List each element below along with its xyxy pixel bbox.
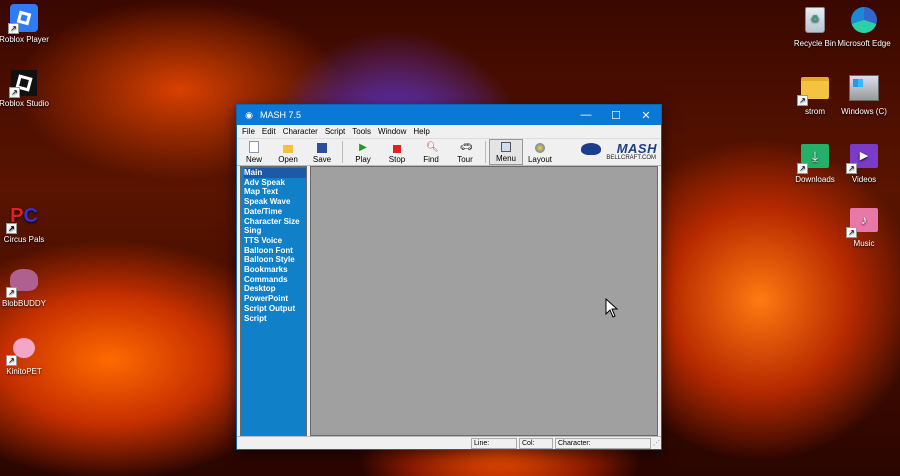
folder-icon: ↗: [797, 72, 831, 106]
logo-character-icon: [581, 143, 601, 155]
desktop-icon-label: Videos: [851, 175, 877, 184]
play-button[interactable]: ▶ Play: [346, 139, 380, 165]
desktop-icon-label: KinitoPET: [6, 367, 42, 376]
save-button[interactable]: Save: [305, 139, 339, 165]
layout-icon: [535, 143, 545, 153]
play-icon: ▶: [359, 142, 367, 153]
desktop-icon-windows-c[interactable]: Windows (C): [834, 72, 894, 116]
layout-button[interactable]: Layout: [523, 139, 557, 165]
maximize-button[interactable]: ☐: [601, 105, 631, 125]
side-item-desktop[interactable]: Desktop: [244, 284, 306, 294]
side-panel: Main Adv Speak Map Text Speak Wave Date/…: [240, 166, 307, 436]
window-title: MASH 7.5: [260, 110, 302, 120]
menu-tools[interactable]: Tools: [350, 127, 376, 136]
downloads-icon: ⤓ ↗: [797, 140, 831, 174]
menu-button[interactable]: Menu: [489, 139, 523, 165]
desktop-icon-label: Roblox Player: [0, 35, 49, 44]
side-item-date-time[interactable]: Date/Time: [244, 207, 306, 217]
side-item-balloon-font[interactable]: Balloon Font: [244, 246, 306, 256]
desktop-icon-roblox-studio[interactable]: ↗ Roblox Studio: [0, 70, 54, 108]
mash-window: ◉ MASH 7.5 — ☐ ✕ File Edit Character Scr…: [236, 104, 662, 450]
save-icon: [317, 143, 327, 153]
new-icon: [249, 141, 259, 153]
side-item-map-text[interactable]: Map Text: [244, 187, 306, 197]
desktop-icon-videos[interactable]: ▶ ↗ Videos: [834, 140, 894, 184]
roblox-studio-icon: ↗: [9, 70, 37, 98]
edge-icon: [848, 4, 880, 36]
side-item-tts-voice[interactable]: TTS Voice: [244, 236, 306, 246]
side-item-script[interactable]: Script: [244, 314, 306, 324]
circus-pals-icon: PC ↗: [6, 200, 40, 234]
menu-edit[interactable]: Edit: [260, 127, 281, 136]
side-item-script-output[interactable]: Script Output: [244, 304, 306, 314]
drive-icon: [848, 72, 880, 104]
side-item-balloon-style[interactable]: Balloon Style: [244, 255, 306, 265]
find-icon: 🔍︎: [426, 142, 439, 153]
status-character: Character:: [555, 437, 651, 449]
stop-button[interactable]: Stop: [380, 139, 414, 165]
music-icon: ♪ ↗: [846, 204, 880, 238]
blobbuddy-icon: ↗: [6, 264, 40, 298]
status-col: Col:: [519, 437, 553, 449]
videos-icon: ▶ ↗: [846, 140, 880, 174]
toolbar: New Open Save ▶ Play Stop 🔍︎ Find 🚗︎ Tou…: [237, 138, 661, 166]
find-button[interactable]: 🔍︎ Find: [414, 139, 448, 165]
minimize-button[interactable]: —: [571, 105, 601, 125]
desktop-icon-circus-pals[interactable]: PC ↗ Circus Pals: [0, 200, 54, 245]
desktop-icon-label: Circus Pals: [3, 235, 45, 244]
mash-app-icon: ◉: [245, 110, 253, 120]
menu-script[interactable]: Script: [323, 127, 350, 136]
toolbar-separator: [485, 141, 486, 163]
main-area: Main Adv Speak Map Text Speak Wave Date/…: [240, 166, 658, 436]
mash-logo: MASH BELLCRAFT.COM: [579, 141, 659, 163]
desktop-icon-roblox-player[interactable]: ↗ Roblox Player: [0, 4, 54, 44]
title-bar[interactable]: ◉ MASH 7.5 — ☐ ✕: [237, 105, 661, 125]
tour-icon: 🚗︎: [460, 142, 473, 153]
desktop-icon-label: Music: [853, 239, 875, 248]
open-button[interactable]: Open: [271, 139, 305, 165]
tour-button[interactable]: 🚗︎ Tour: [448, 139, 482, 165]
status-line: Line:: [471, 437, 517, 449]
desktop-icon-label: BlobBUDDY: [1, 299, 46, 308]
side-item-bookmarks[interactable]: Bookmarks: [244, 265, 306, 275]
desktop-icon-music[interactable]: ♪ ↗ Music: [834, 204, 894, 248]
desktop-icon-edge[interactable]: Microsoft Edge: [834, 4, 894, 48]
mouse-cursor-icon: [605, 298, 619, 318]
side-item-speak-wave[interactable]: Speak Wave: [244, 197, 306, 207]
desktop-icon-label: Roblox Studio: [0, 99, 49, 108]
side-item-adv-speak[interactable]: Adv Speak: [244, 178, 306, 188]
menu-file[interactable]: File: [240, 127, 260, 136]
close-button[interactable]: ✕: [631, 105, 661, 125]
resize-grip[interactable]: ⋰: [653, 439, 661, 447]
new-button[interactable]: New: [237, 139, 271, 165]
menu-window[interactable]: Window: [376, 127, 411, 136]
desktop-icon-label: Microsoft Edge: [837, 39, 891, 48]
stop-icon: [393, 145, 401, 153]
recycle-bin-icon: ♻: [799, 4, 831, 36]
open-icon: [283, 145, 293, 153]
menu-help[interactable]: Help: [411, 127, 434, 136]
toolbar-separator: [342, 141, 343, 163]
side-item-character-size[interactable]: Character Size: [244, 217, 306, 227]
side-item-sing[interactable]: Sing: [244, 226, 306, 236]
side-item-powerpoint[interactable]: PowerPoint: [244, 294, 306, 304]
desktop-icon-kinitopet[interactable]: ↗ KinitoPET: [0, 332, 54, 376]
kinitopet-icon: ↗: [6, 332, 40, 366]
menu-bar: File Edit Character Script Tools Window …: [237, 125, 661, 138]
menu-icon: [501, 142, 511, 152]
roblox-player-icon: ↗: [8, 4, 38, 34]
desktop-icon-blobbuddy[interactable]: ↗ BlobBUDDY: [0, 264, 54, 308]
side-item-main[interactable]: Main: [244, 168, 306, 178]
status-bar: Line: Col: Character: ⋰: [237, 436, 661, 449]
menu-character[interactable]: Character: [281, 127, 323, 136]
desktop-icon-label: Windows (C): [841, 107, 887, 116]
side-item-commands[interactable]: Commands: [244, 275, 306, 285]
